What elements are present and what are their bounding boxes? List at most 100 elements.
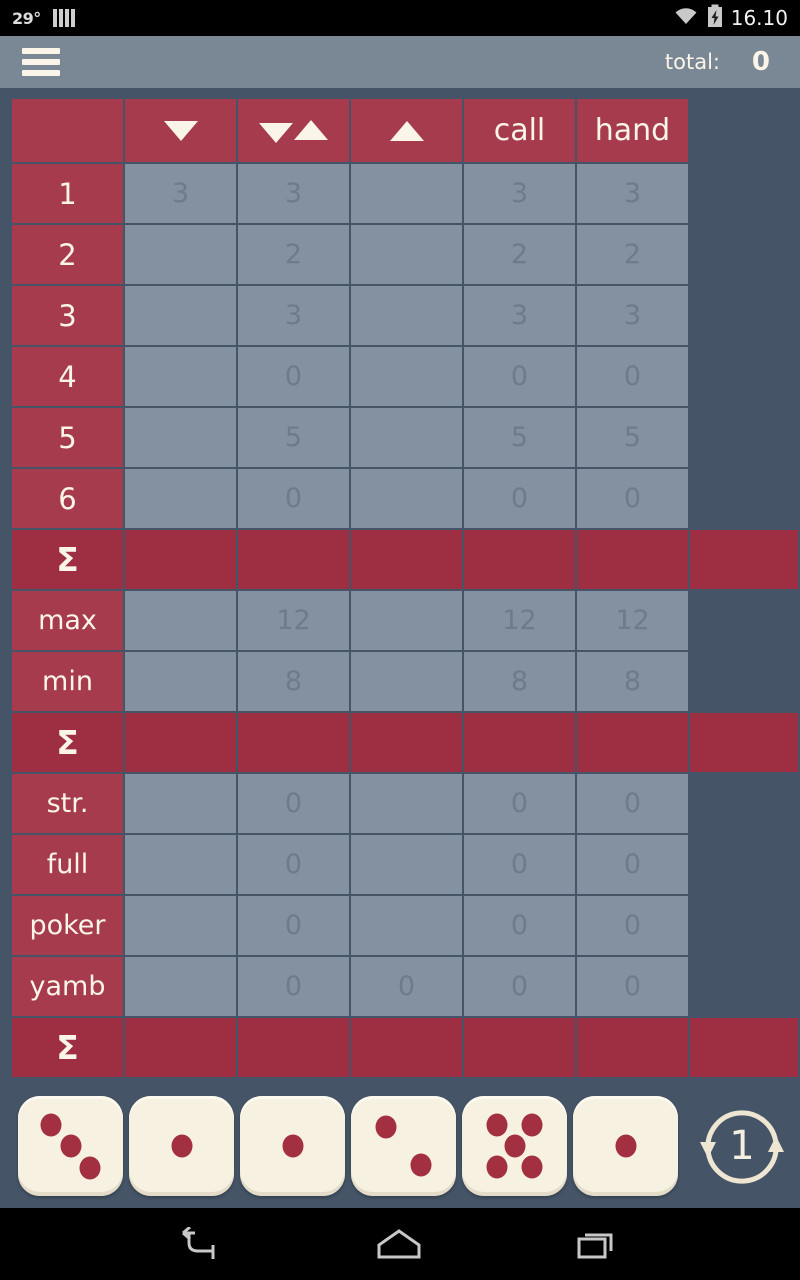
score-cell[interactable] [351,591,462,650]
score-cell[interactable]: 0 [464,896,575,955]
score-cell[interactable]: 3 [464,286,575,345]
score-cell[interactable]: 2 [464,225,575,284]
recents-icon[interactable] [573,1227,621,1261]
column-header-hand[interactable]: hand [577,99,688,162]
score-cell[interactable] [125,896,236,955]
score-cell[interactable]: 0 [577,835,688,894]
column-header-call[interactable]: call [464,99,575,162]
back-icon[interactable] [179,1227,225,1261]
wifi-icon [673,6,699,30]
score-cell[interactable] [125,774,236,833]
score-cell[interactable]: 5 [238,408,349,467]
score-cell[interactable]: 0 [464,835,575,894]
row-header-1: 1 [12,164,123,223]
row-header-2: 2 [12,225,123,284]
score-cell[interactable]: 0 [238,347,349,406]
score-cell[interactable]: 3 [464,164,575,223]
score-cell[interactable] [351,652,462,711]
score-cell[interactable] [351,225,462,284]
temperature-indicator: 29° [12,8,41,28]
score-cell[interactable]: 0 [577,469,688,528]
score-cell[interactable]: 3 [238,286,349,345]
table-row: 4000 [12,347,788,406]
score-cell[interactable]: 0 [238,896,349,955]
total-value: 0 [751,47,770,77]
score-cell[interactable] [125,835,236,894]
score-cell[interactable]: 0 [351,957,462,1016]
score-cell[interactable]: 8 [577,652,688,711]
score-cell[interactable]: 0 [238,835,349,894]
column-header-down[interactable] [125,99,236,162]
score-cell[interactable] [351,835,462,894]
score-cell[interactable]: 0 [464,957,575,1016]
score-cell[interactable]: 0 [464,774,575,833]
score-cell[interactable]: 5 [577,408,688,467]
score-cell[interactable] [351,469,462,528]
score-cell[interactable]: 0 [238,469,349,528]
score-cell[interactable] [125,469,236,528]
score-cell[interactable]: 8 [238,652,349,711]
die-4[interactable] [351,1096,456,1196]
triangle-down-up-icon [259,119,328,143]
score-cell[interactable] [351,164,462,223]
total-score-group: total: 0 [665,47,778,77]
score-cell[interactable]: 2 [238,225,349,284]
column-header-free[interactable] [238,99,349,162]
score-cell[interactable]: 0 [577,896,688,955]
score-cell[interactable] [125,408,236,467]
die-pip [375,1115,397,1139]
score-cell[interactable]: 0 [238,957,349,1016]
score-cell[interactable]: 3 [125,164,236,223]
score-cell[interactable] [125,286,236,345]
score-cell[interactable] [351,286,462,345]
score-cell[interactable] [351,896,462,955]
score-cell[interactable]: 12 [464,591,575,650]
die-pip [171,1134,192,1158]
score-cell[interactable]: 0 [464,347,575,406]
status-bar-right: 16.10 [673,4,788,32]
row-header-sum: Σ [12,713,123,772]
sum-cell [351,713,462,772]
score-cell[interactable] [125,347,236,406]
score-cell[interactable]: 0 [238,774,349,833]
score-cell[interactable] [125,652,236,711]
row-header-5: 5 [12,408,123,467]
status-bar-left: 29° [12,9,75,28]
reroll-button[interactable]: 1 [694,1098,790,1194]
die-pip [504,1134,525,1158]
score-cell[interactable]: 12 [577,591,688,650]
score-cell[interactable] [351,774,462,833]
column-header-up[interactable] [351,99,462,162]
score-cell[interactable]: 2 [577,225,688,284]
table-row: 13333 [12,164,788,223]
row-header-max: max [12,591,123,650]
home-icon[interactable] [375,1227,423,1261]
score-cell[interactable]: 8 [464,652,575,711]
score-cell[interactable]: 0 [577,347,688,406]
die-pip [282,1134,303,1158]
sum-cell [238,530,349,589]
sum-cell [125,1018,236,1077]
score-cell[interactable] [125,591,236,650]
score-cell[interactable] [351,408,462,467]
score-cell[interactable] [351,347,462,406]
score-cell[interactable]: 0 [577,957,688,1016]
score-cell[interactable]: 3 [577,164,688,223]
score-cell[interactable]: 0 [464,469,575,528]
score-cell[interactable]: 5 [464,408,575,467]
die-6[interactable] [573,1096,678,1196]
score-cell[interactable]: 3 [577,286,688,345]
score-cell[interactable]: 0 [577,774,688,833]
app-bar: total: 0 [0,36,800,88]
die-3[interactable] [240,1096,345,1196]
die-2[interactable] [129,1096,234,1196]
die-5[interactable] [462,1096,567,1196]
score-cell[interactable]: 12 [238,591,349,650]
hamburger-menu-icon[interactable] [22,48,60,76]
score-cell[interactable] [125,225,236,284]
score-cell[interactable]: 3 [238,164,349,223]
die-1[interactable] [18,1096,123,1196]
table-row: Σ [12,530,798,589]
score-cell[interactable] [125,957,236,1016]
row-header-3: 3 [12,286,123,345]
